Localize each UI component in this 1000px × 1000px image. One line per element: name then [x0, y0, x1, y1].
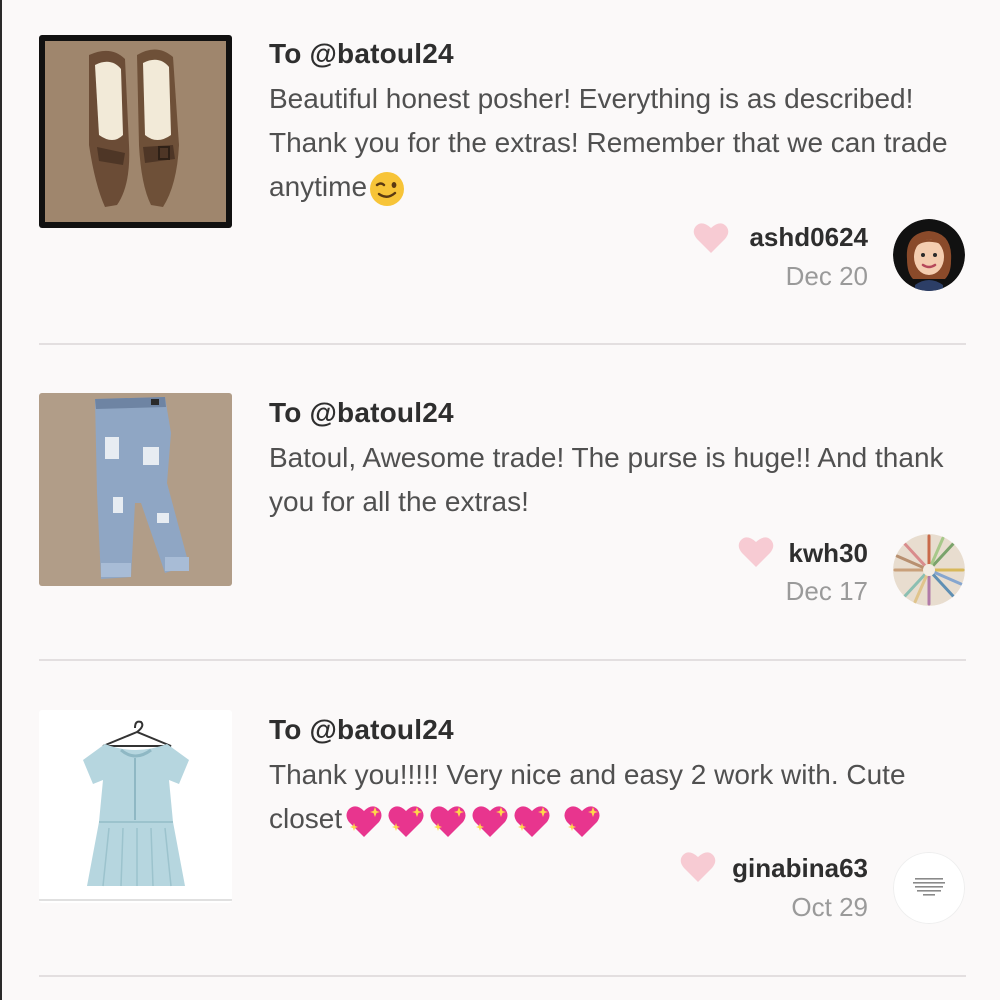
sparkling-heart-emoji-icon — [472, 806, 508, 837]
heart-icon[interactable] — [692, 221, 730, 255]
recipient-label: To @batoul24 — [269, 714, 454, 745]
user-avatar[interactable] — [893, 534, 965, 606]
sparkling-heart-emoji-icon — [514, 806, 550, 837]
heart-icon[interactable] — [679, 850, 717, 884]
feedback-message: Thank you!!!!! Very nice and easy 2 work… — [269, 753, 969, 841]
feedback-card: To @batoul24 Thank you!!!!! Very nice an… — [2, 662, 1000, 978]
feedback-feed: To @batoul24 Beautiful honest posher! Ev… — [0, 0, 1000, 1000]
bitmoji-avatar-image — [893, 219, 965, 291]
quote-text-avatar-image — [893, 852, 965, 924]
username-link[interactable]: ashd0624 — [749, 222, 868, 253]
feedback-card: To @batoul24 Batoul, Awesome trade! The … — [2, 345, 1000, 661]
feedback-date: Dec 17 — [785, 576, 868, 606]
blouse-photo — [39, 710, 232, 903]
sparkling-heart-emoji-icon — [346, 806, 382, 837]
heels-photo — [39, 35, 232, 228]
item-thumbnail[interactable] — [39, 35, 232, 228]
feedback-date: Oct 29 — [791, 892, 868, 922]
username-link[interactable]: ginabina63 — [732, 853, 868, 884]
colored-pencils-avatar-image — [893, 534, 965, 606]
sparkling-heart-emoji-icon — [388, 806, 424, 837]
user-avatar[interactable] — [893, 219, 965, 291]
item-thumbnail[interactable] — [39, 393, 232, 586]
jeans-photo — [39, 393, 232, 586]
feedback-message: Beautiful honest posher! Everything is a… — [269, 77, 969, 209]
winking-face-emoji-icon — [370, 171, 405, 206]
feedback-date: Dec 20 — [785, 261, 868, 291]
user-avatar[interactable] — [893, 852, 965, 924]
sparkling-heart-emoji-icon — [564, 806, 600, 837]
item-thumbnail[interactable] — [39, 710, 232, 903]
recipient-label: To @batoul24 — [269, 397, 454, 428]
heart-icon[interactable] — [737, 535, 775, 569]
divider — [39, 659, 966, 661]
recipient-label: To @batoul24 — [269, 38, 454, 69]
sparkling-hearts-row — [344, 801, 602, 841]
feedback-message: Batoul, Awesome trade! The purse is huge… — [269, 436, 969, 524]
divider — [39, 975, 966, 977]
username-link[interactable]: kwh30 — [789, 538, 869, 569]
sparkling-heart-emoji-icon — [430, 806, 466, 837]
feedback-card: To @batoul24 Beautiful honest posher! Ev… — [2, 0, 1000, 316]
message-text: Batoul, Awesome trade! The purse is huge… — [269, 442, 944, 517]
